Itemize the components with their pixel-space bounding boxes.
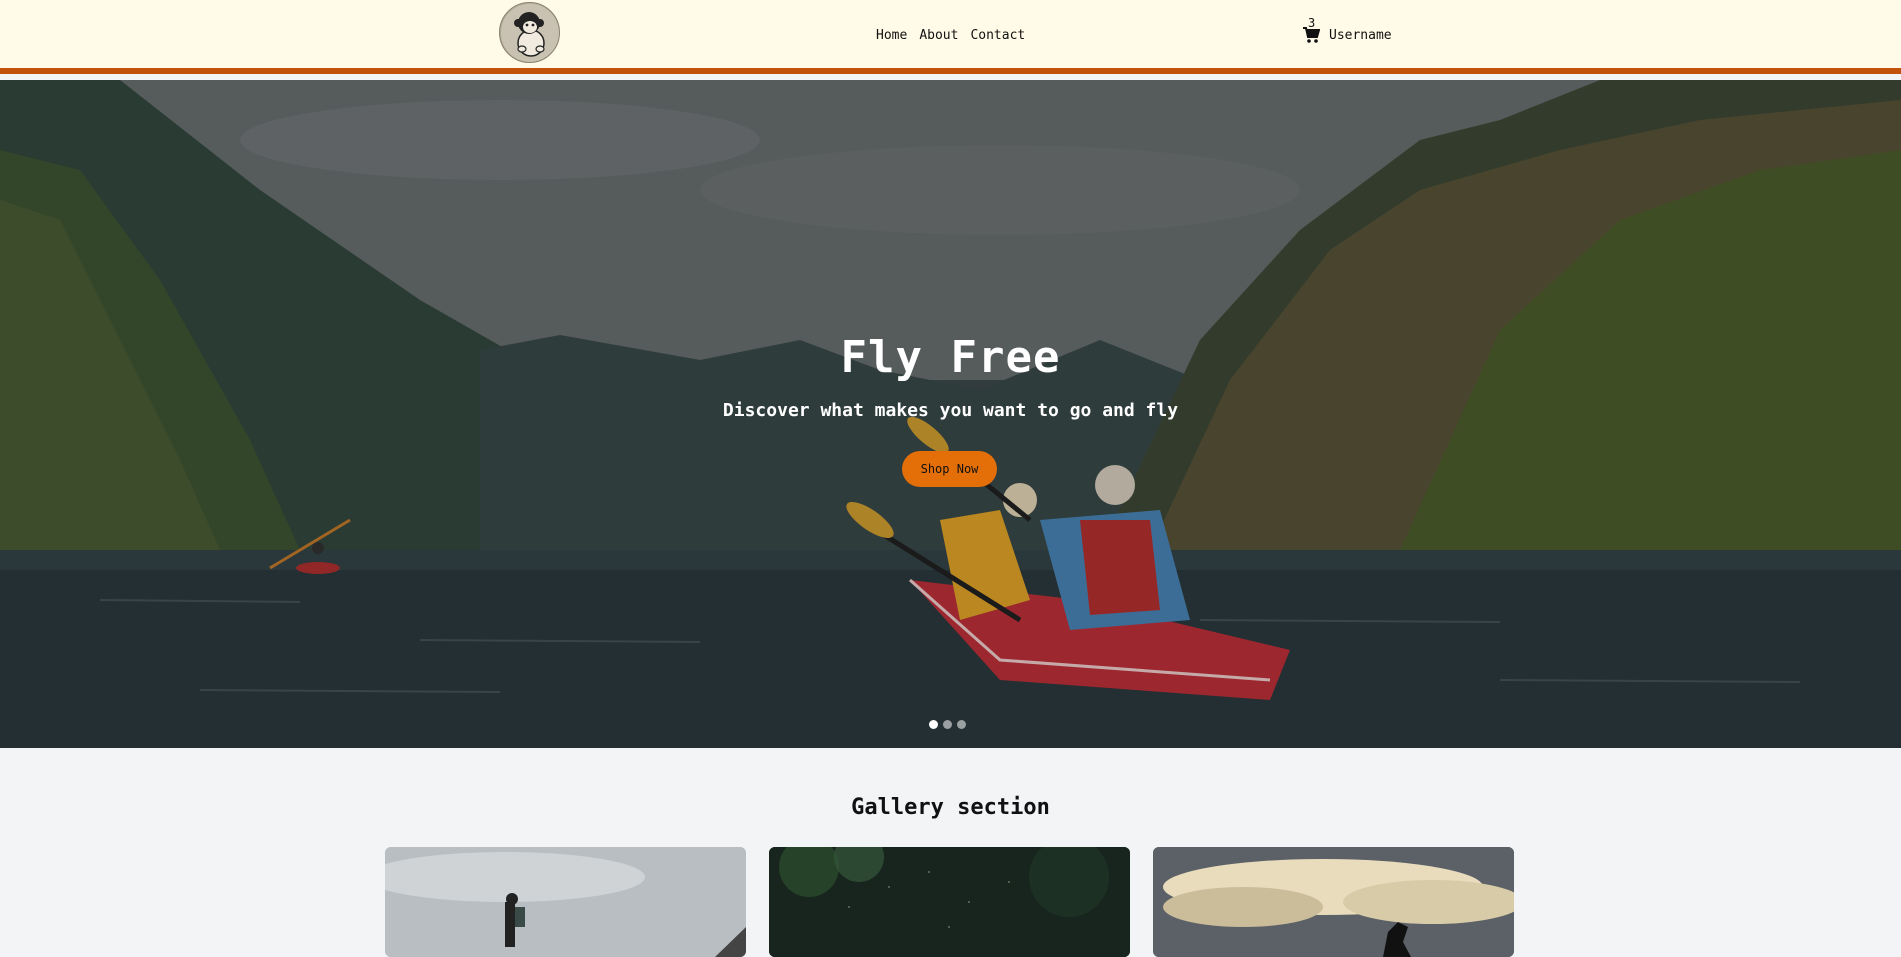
gallery-card-forest[interactable] — [769, 847, 1130, 957]
carousel-dot-1[interactable] — [929, 720, 938, 729]
hero-subtitle: Discover what makes you want to go and f… — [722, 400, 1179, 421]
gallery-card-sky[interactable] — [1153, 847, 1514, 957]
hero-title: Fly Free — [840, 332, 1061, 383]
username-link[interactable]: Username — [1329, 28, 1392, 43]
dark-forest-photo — [769, 847, 1130, 957]
nav-link-home[interactable]: Home — [876, 28, 907, 43]
carousel-dot-3[interactable] — [957, 720, 966, 729]
shop-now-button[interactable]: Shop Now — [902, 451, 997, 487]
carousel-indicators — [929, 720, 966, 729]
cloudy-sky-bird-photo — [1153, 847, 1514, 957]
gallery-card-hiker[interactable] — [385, 847, 746, 957]
nav-link-contact[interactable]: Contact — [970, 28, 1025, 43]
gallery-title: Gallery section — [851, 795, 1050, 820]
shopping-cart-icon[interactable] — [1302, 26, 1321, 44]
nav-link-about[interactable]: About — [919, 28, 958, 43]
main-nav: Home About Contact — [876, 28, 1025, 43]
logo-icon[interactable] — [499, 2, 560, 63]
carousel-dot-2[interactable] — [943, 720, 952, 729]
hero-carousel: Fly Free Discover what makes you want to… — [0, 80, 1901, 748]
hiker-mountain-photo — [385, 847, 746, 957]
navbar: Home About Contact 3 Username — [0, 0, 1901, 74]
